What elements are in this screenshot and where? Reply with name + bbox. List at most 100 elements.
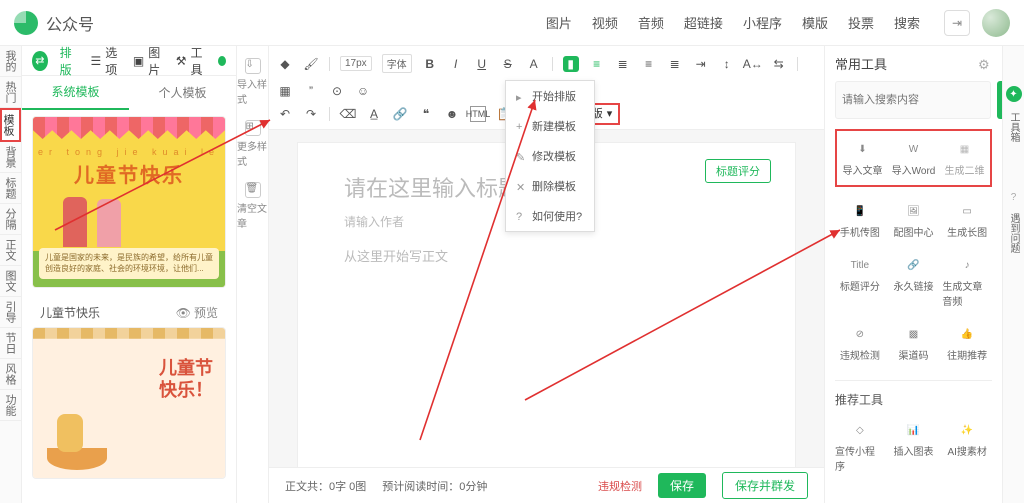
table-icon[interactable]: ▦ xyxy=(277,83,293,99)
indent-icon[interactable]: ⇥ xyxy=(693,56,709,72)
align-center-icon[interactable]: ≣ xyxy=(615,56,631,72)
tool-permalink[interactable]: 🔗永久链接 xyxy=(889,251,939,312)
eyedropper-icon[interactable]: ◆ xyxy=(277,56,293,72)
vnav-divider[interactable]: 分隔 xyxy=(0,204,21,235)
header-tab-video[interactable]: 视频 xyxy=(592,13,618,32)
fontfamily-select[interactable]: 字体 xyxy=(382,54,412,73)
letterspace-icon[interactable]: A↔ xyxy=(745,56,761,72)
template-card-1[interactable]: er tong jie kuai le 儿童节快乐 儿童是国家的未来，是民族的希… xyxy=(32,116,226,288)
header-tab-link[interactable]: 超链接 xyxy=(684,13,723,32)
tool-phone-upload[interactable]: 📱手机传图 xyxy=(835,197,885,243)
sidetool-more[interactable]: ⊞更多样式 xyxy=(237,120,268,168)
tool-violation[interactable]: ⊘违规检测 xyxy=(835,320,885,366)
vnav-hot[interactable]: 热门 xyxy=(0,77,21,108)
toolbox-toggle[interactable]: ✦ xyxy=(1006,86,1022,102)
dd-new[interactable]: +新建模板 xyxy=(506,111,594,141)
vnav-style[interactable]: 风格 xyxy=(0,359,21,390)
vnav-imgtxt[interactable]: 图文 xyxy=(0,266,21,297)
bgcolor-icon[interactable]: ▮ xyxy=(563,56,579,72)
sidetool-clear[interactable]: 🗑清空文章 xyxy=(237,182,268,230)
vnav-title[interactable]: 标题 xyxy=(0,173,21,204)
tab-layout[interactable]: 排版 xyxy=(60,44,79,78)
tab-tool[interactable]: ⚒ 工具 xyxy=(176,44,206,78)
bold-icon[interactable]: B xyxy=(422,56,438,72)
italic-icon[interactable]: I xyxy=(448,56,464,72)
vnav-func[interactable]: 功能 xyxy=(0,390,21,421)
header-tab-template[interactable]: 模版 xyxy=(802,13,828,32)
lineheight-icon[interactable]: ↕ xyxy=(719,56,735,72)
subtab-mine[interactable]: 个人模板 xyxy=(129,76,236,109)
tab-select[interactable]: ☰ 选项 xyxy=(91,44,121,78)
template-pinyin: er tong jie kuai le xyxy=(33,147,225,157)
tool-aisearch[interactable]: ✨AI搜素材 xyxy=(942,416,992,477)
tool-chart[interactable]: 📊插入图表 xyxy=(889,416,939,477)
dd-delete[interactable]: ✕删除模板 xyxy=(506,171,594,201)
emoji-icon[interactable]: ☺ xyxy=(355,83,371,99)
fontsize-select[interactable]: 17px xyxy=(340,56,372,71)
code-icon[interactable]: ” xyxy=(303,83,319,99)
template-card-2[interactable]: 儿童节快乐！ xyxy=(32,327,226,479)
vnav-mine[interactable]: 我的 xyxy=(0,46,21,77)
textcolor-icon[interactable]: A xyxy=(526,56,542,72)
gear-icon[interactable]: ⚙ xyxy=(978,57,992,71)
spacing-icon[interactable]: ⇆ xyxy=(771,56,787,72)
strike-icon[interactable]: S xyxy=(500,56,516,72)
underline-icon[interactable]: U xyxy=(474,56,490,72)
tool-miniapp[interactable]: ◇宣传小程序 xyxy=(835,416,885,477)
tool-title-score[interactable]: Title标题评分 xyxy=(835,251,885,312)
align-right-icon[interactable]: ≡ xyxy=(641,56,657,72)
tool-channel[interactable]: ▩渠道码 xyxy=(889,320,939,366)
tab-layout-icon[interactable]: ⇄ xyxy=(32,51,48,71)
vnav-template[interactable]: 模板 xyxy=(0,108,21,142)
header-tab-vote[interactable]: 投票 xyxy=(848,13,874,32)
title-score-button[interactable]: 标题评分 xyxy=(705,159,771,183)
dd-start[interactable]: ▸开始排版 xyxy=(506,81,594,111)
clock-icon[interactable]: ⊙ xyxy=(329,83,345,99)
brush-icon[interactable]: 🖌 xyxy=(303,56,319,72)
body-input[interactable]: 从这里开始写正文 xyxy=(344,246,749,265)
tool-qrcode[interactable]: ▦生成二维 xyxy=(941,135,988,181)
header-tab-image[interactable]: 图片 xyxy=(546,13,572,32)
dd-edit[interactable]: ✎修改模板 xyxy=(506,141,594,171)
avatar[interactable] xyxy=(982,9,1010,37)
help-icon[interactable]: ? xyxy=(1011,192,1017,203)
export-icon[interactable]: ⇥ xyxy=(944,10,970,36)
preview-button[interactable]: 👁 预览 xyxy=(176,304,218,321)
sidetool-import[interactable]: ⇩导入样式 xyxy=(237,58,268,106)
header-tab-search[interactable]: 搜索 xyxy=(894,13,920,32)
symbol-icon[interactable]: ☻ xyxy=(444,106,460,122)
vnav-holiday[interactable]: 节日 xyxy=(0,328,21,359)
edge-feedback[interactable]: 遇到问题 xyxy=(1006,213,1021,253)
edge-toolbox[interactable]: 工具箱 xyxy=(1006,112,1021,142)
violation-check-link[interactable]: 违规检测 xyxy=(598,478,642,494)
template-ribbon: 儿童是国家的未来，是民族的希望，给所有儿童创造良好的家庭、社会的环境环境，让他们… xyxy=(39,248,219,279)
clearformat-icon[interactable]: ⌫ xyxy=(340,106,356,122)
vnav-bg[interactable]: 背景 xyxy=(0,142,21,173)
save-button[interactable]: 保存 xyxy=(658,473,706,498)
undo-icon[interactable]: ↶ xyxy=(277,106,293,122)
save-group-button[interactable]: 保存并群发 xyxy=(722,472,808,499)
html-icon[interactable]: HTML xyxy=(470,106,486,122)
tool-search-input[interactable] xyxy=(835,81,991,119)
tab-pic[interactable]: ▣ 图片 xyxy=(133,44,164,78)
redo-icon[interactable]: ↷ xyxy=(303,106,319,122)
tool-past[interactable]: 👍往期推荐 xyxy=(942,320,992,366)
align-left-icon[interactable]: ≡ xyxy=(589,56,605,72)
header-tab-miniapp[interactable]: 小程序 xyxy=(743,13,782,32)
tool-audio[interactable]: ♪生成文章音频 xyxy=(942,251,992,312)
link-icon[interactable]: 🔗 xyxy=(392,106,408,122)
dd-help[interactable]: ?如何使用? xyxy=(506,201,594,231)
tool-import-article[interactable]: ⬇导入文章 xyxy=(839,135,886,181)
subtab-system[interactable]: 系统模板 xyxy=(22,75,129,110)
header-tab-audio[interactable]: 音频 xyxy=(638,13,664,32)
side-tool-strip: ⇩导入样式 ⊞更多样式 🗑清空文章 xyxy=(237,46,269,503)
right-edge-rail: ✦ 工具箱 ? 遇到问题 xyxy=(1002,46,1024,503)
vnav-body[interactable]: 正文 xyxy=(0,235,21,266)
vnav-guide[interactable]: 引导 xyxy=(0,297,21,328)
quote-icon[interactable]: ❝ xyxy=(418,106,434,122)
highlight-icon[interactable]: A̲ xyxy=(366,106,382,122)
tool-longimg[interactable]: ▭生成长图 xyxy=(942,197,992,243)
tool-import-word[interactable]: W导入Word xyxy=(890,135,937,181)
align-justify-icon[interactable]: ≣ xyxy=(667,56,683,72)
tool-image-center[interactable]: 🖼配图中心 xyxy=(889,197,939,243)
